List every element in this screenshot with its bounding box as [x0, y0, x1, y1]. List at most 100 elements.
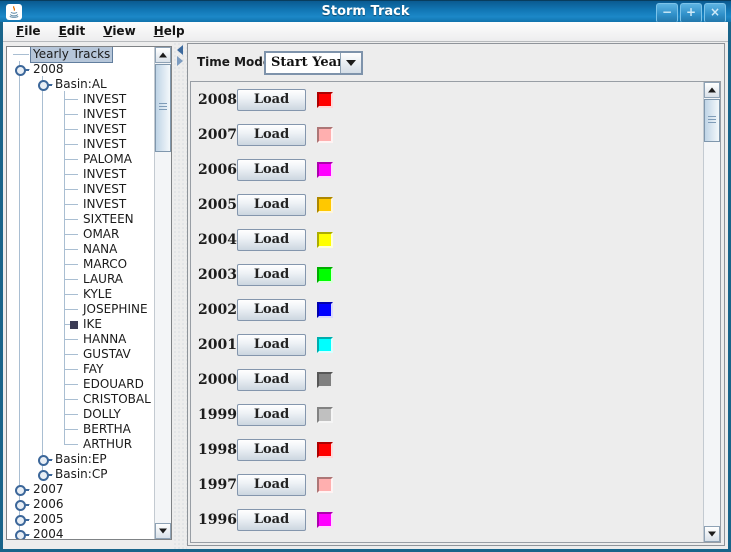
- tree-item-label: KYLE: [83, 287, 112, 302]
- year-label: 1997: [198, 477, 238, 493]
- tree-toggle-icon[interactable]: [38, 455, 49, 466]
- combo-dropdown-button[interactable]: [340, 53, 361, 73]
- load-button[interactable]: Load: [237, 334, 306, 356]
- load-button[interactable]: Load: [237, 194, 306, 216]
- tree-item[interactable]: FAY: [7, 362, 154, 377]
- menu-item[interactable]: Edit: [50, 22, 95, 41]
- split-divider[interactable]: [173, 42, 187, 549]
- tree-item-label: Basin:AL: [55, 77, 107, 92]
- menu-item[interactable]: File: [7, 22, 50, 41]
- load-button[interactable]: Load: [237, 89, 306, 111]
- scroll-down-button[interactable]: [704, 526, 720, 542]
- time-mode-select[interactable]: Start Year: [264, 51, 363, 75]
- tree-toggle-icon[interactable]: [15, 530, 26, 539]
- load-button[interactable]: Load: [237, 264, 306, 286]
- year-list-scrollbar[interactable]: [703, 82, 720, 542]
- scroll-up-button[interactable]: [155, 47, 171, 63]
- color-swatch: [317, 197, 333, 213]
- tree-item[interactable]: IKE: [7, 317, 154, 332]
- tree-item[interactable]: GUSTAV: [7, 347, 154, 362]
- load-button[interactable]: Load: [237, 159, 306, 181]
- menu-item[interactable]: View: [94, 22, 144, 41]
- load-button[interactable]: Load: [237, 439, 306, 461]
- tree-item[interactable]: PALOMA: [7, 152, 154, 167]
- tree-item[interactable]: 2004: [7, 527, 154, 539]
- scroll-down-button[interactable]: [155, 523, 171, 539]
- tree-item[interactable]: INVEST: [7, 167, 154, 182]
- minimize-button[interactable]: −: [656, 3, 678, 22]
- tree-item-label: JOSEPHINE: [83, 302, 148, 317]
- color-swatch: [317, 442, 333, 458]
- tree-toggle-icon[interactable]: [38, 80, 49, 91]
- tree-item[interactable]: JOSEPHINE: [7, 302, 154, 317]
- year-scrollbar-thumb[interactable]: [704, 99, 720, 142]
- tree-item[interactable]: Basin:AL: [7, 77, 154, 92]
- tree-toggle-icon[interactable]: [15, 500, 26, 511]
- tree-toggle-icon[interactable]: [15, 65, 26, 76]
- maximize-button[interactable]: +: [680, 3, 702, 22]
- year-row: 2008 Load: [191, 82, 720, 117]
- tree-item-label: GUSTAV: [83, 347, 131, 362]
- collapse-right-icon[interactable]: [177, 56, 183, 66]
- tree-item[interactable]: INVEST: [7, 122, 154, 137]
- tree-item-label: INVEST: [83, 107, 126, 122]
- load-button[interactable]: Load: [237, 369, 306, 391]
- year-row: 2002 Load: [191, 292, 720, 327]
- tree-item-label: Yearly Tracks: [30, 47, 113, 63]
- tree-item-label: EDOUARD: [83, 377, 144, 392]
- tree-item[interactable]: OMAR: [7, 227, 154, 242]
- color-swatch: [317, 302, 333, 318]
- tree-item[interactable]: 2008: [7, 62, 154, 77]
- title-bar[interactable]: Storm Track − + ×: [0, 0, 731, 22]
- load-button[interactable]: Load: [237, 474, 306, 496]
- tree-item-label: CRISTOBAL: [83, 392, 151, 407]
- scroll-up-icon: [708, 88, 716, 93]
- tree-item[interactable]: HANNA: [7, 332, 154, 347]
- menu-item[interactable]: Help: [145, 22, 194, 41]
- tree-item[interactable]: 2006: [7, 497, 154, 512]
- tree-scrollbar[interactable]: [154, 47, 171, 539]
- tree-item[interactable]: DOLLY: [7, 407, 154, 422]
- tree-item-label: NANA: [83, 242, 117, 257]
- tree-item[interactable]: Basin:CP: [7, 467, 154, 482]
- tree-scrollbar-thumb[interactable]: [155, 64, 171, 152]
- tree-item[interactable]: ARTHUR: [7, 437, 154, 452]
- tree-toggle-icon[interactable]: [38, 470, 49, 481]
- year-row: 2005 Load: [191, 187, 720, 222]
- tree-item[interactable]: INVEST: [7, 92, 154, 107]
- tree-item-label: 2004: [33, 527, 64, 539]
- tree-item[interactable]: SIXTEEN: [7, 212, 154, 227]
- leaf-icon: [70, 321, 78, 329]
- tree-item[interactable]: INVEST: [7, 107, 154, 122]
- tree-item[interactable]: KYLE: [7, 287, 154, 302]
- tree-toggle-icon[interactable]: [15, 485, 26, 496]
- tree-item[interactable]: INVEST: [7, 182, 154, 197]
- scroll-up-button[interactable]: [704, 82, 720, 98]
- tree-item[interactable]: Yearly Tracks: [7, 47, 154, 62]
- tree-item[interactable]: 2007: [7, 482, 154, 497]
- load-button[interactable]: Load: [237, 404, 306, 426]
- year-label: 2008: [198, 92, 238, 108]
- load-button[interactable]: Load: [237, 229, 306, 251]
- tree-toggle-icon[interactable]: [15, 515, 26, 526]
- app-window: Storm Track − + × FileEditViewHelp Yearl…: [0, 0, 731, 552]
- tree-connector-stub: [64, 384, 78, 385]
- tree-item[interactable]: Basin:EP: [7, 452, 154, 467]
- tree-item[interactable]: 2005: [7, 512, 154, 527]
- load-button[interactable]: Load: [237, 124, 306, 146]
- close-button[interactable]: ×: [704, 3, 726, 22]
- load-button[interactable]: Load: [237, 299, 306, 321]
- tree-item[interactable]: BERTHA: [7, 422, 154, 437]
- collapse-left-icon[interactable]: [177, 45, 183, 55]
- load-button[interactable]: Load: [237, 509, 306, 531]
- tree-connector-stub: [64, 129, 78, 130]
- tree-connector-stub: [64, 219, 78, 220]
- tree-panel: Yearly Tracks 2008 Basin:AL INVEST INVES…: [6, 46, 172, 540]
- tree-item[interactable]: INVEST: [7, 197, 154, 212]
- tree-item[interactable]: MARCO: [7, 257, 154, 272]
- tree-item[interactable]: NANA: [7, 242, 154, 257]
- tree-item[interactable]: EDOUARD: [7, 377, 154, 392]
- tree-item[interactable]: LAURA: [7, 272, 154, 287]
- tree-item[interactable]: CRISTOBAL: [7, 392, 154, 407]
- tree-item[interactable]: INVEST: [7, 137, 154, 152]
